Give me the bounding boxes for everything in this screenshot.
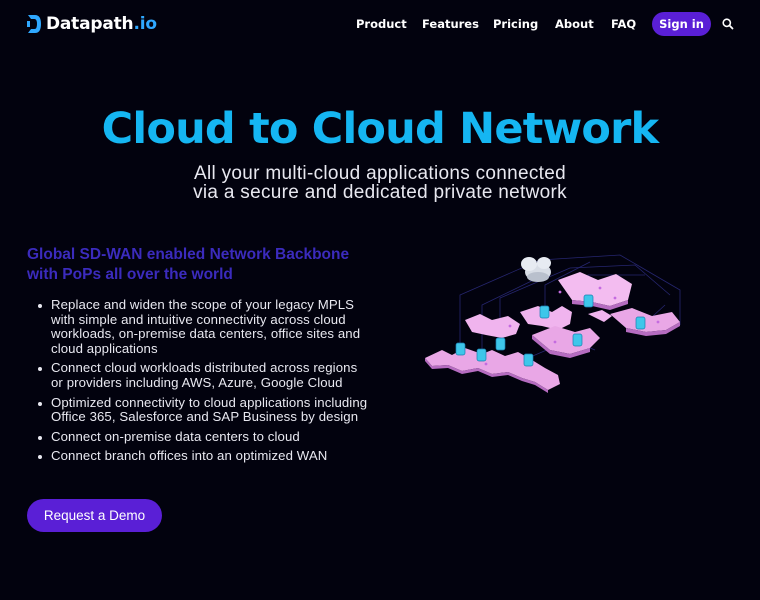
nav-about[interactable]: About — [555, 12, 594, 36]
hero-subtitle-line-2: via a secure and dedicated private netwo… — [193, 182, 567, 203]
nav-features[interactable]: Features — [422, 12, 479, 36]
hero-subtitle: All your multi-cloud applications connec… — [0, 164, 760, 202]
map-landmasses — [425, 272, 680, 393]
datapath-logo-icon — [27, 15, 41, 33]
feature-item: Replace and widen the scope of your lega… — [38, 297, 369, 356]
page-title: Cloud to Cloud Network — [101, 104, 659, 154]
logo[interactable]: Datapath.io — [26, 12, 157, 36]
feature-title: Global SD-WAN enabled Network Backbone w… — [27, 246, 350, 283]
sign-in-button[interactable]: Sign in — [652, 12, 711, 36]
request-demo-button[interactable]: Request a Demo — [27, 499, 162, 532]
feature-item: Connect on-premise data centers to cloud — [38, 429, 369, 445]
nav-product[interactable]: Product — [356, 12, 407, 36]
feature-item: Optimized connectivity to cloud applicat… — [38, 394, 368, 425]
search-icon[interactable] — [721, 17, 735, 31]
feature-item: Connect branch offices into an optimized… — [38, 449, 369, 464]
feature-list: Replace and widen the scope of your lega… — [38, 297, 369, 469]
hero-subtitle-line-1: All your multi-cloud applications connec… — [194, 163, 566, 184]
nav-faq[interactable]: FAQ — [611, 12, 636, 36]
cloud-icon — [521, 257, 551, 282]
feature-item: Connect cloud workloads distributed acro… — [38, 361, 369, 390]
site-header: Datapath.io Product Features Pricing Abo… — [0, 0, 760, 48]
nav-pricing[interactable]: Pricing — [493, 12, 538, 36]
world-map-network-illustration — [425, 254, 681, 393]
logo-text: Datapath.io — [46, 14, 157, 34]
